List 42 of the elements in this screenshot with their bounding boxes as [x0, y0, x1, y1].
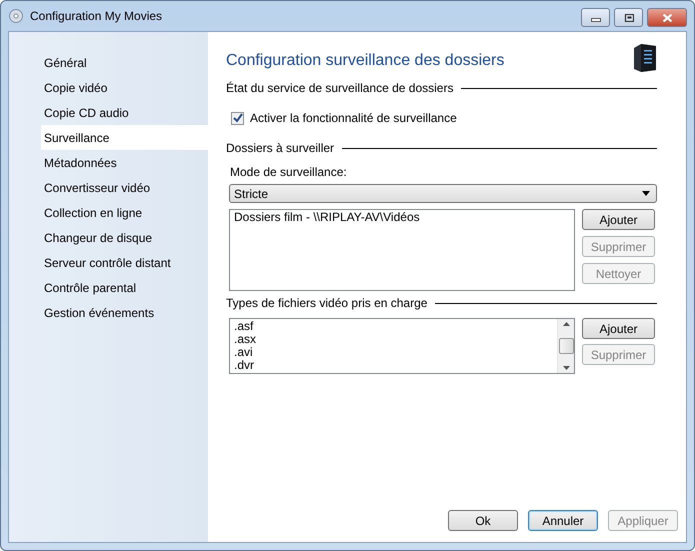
- sidebar-item[interactable]: Changeur de disque: [41, 225, 208, 250]
- scroll-down-icon[interactable]: [562, 366, 570, 370]
- field-label: Mode de surveillance:: [230, 164, 348, 181]
- page-title: Configuration surveillance des dossiers: [226, 51, 504, 71]
- sidebar-item[interactable]: Surveillance: [41, 125, 208, 150]
- list-item[interactable]: Dossiers film - \\RIPLAY-AV\Vidéos: [234, 211, 570, 224]
- sidebar-item[interactable]: Serveur contrôle distant: [41, 250, 208, 275]
- file-type-list[interactable]: .asf .asx .avi .dvr: [229, 318, 575, 374]
- button[interactable]: Ajouter: [582, 318, 655, 339]
- sidebar-item[interactable]: Gestion événements: [41, 300, 208, 325]
- scrollbar[interactable]: [557, 319, 574, 373]
- close-button[interactable]: [647, 8, 687, 27]
- button[interactable]: Ajouter: [582, 209, 655, 230]
- list-item[interactable]: .dvr: [234, 359, 553, 372]
- dropdown-arrow-icon: [642, 191, 650, 196]
- sidebar-item[interactable]: Collection en ligne: [41, 200, 208, 225]
- scroll-up-icon[interactable]: [562, 322, 570, 326]
- list-item[interactable]: .avi: [234, 346, 553, 359]
- sidebar-item[interactable]: Général: [41, 50, 208, 75]
- sidebar-item[interactable]: Copie vidéo: [41, 75, 208, 100]
- disc-icon: [8, 8, 24, 24]
- section-heading: Dossiers à surveiller: [226, 140, 334, 157]
- sidebar-item[interactable]: Métadonnées: [41, 150, 208, 175]
- section-heading: Types de fichiers vidéo pris en charge: [226, 295, 428, 312]
- mode-dropdown[interactable]: Stricte: [229, 184, 657, 203]
- maximize-icon: [624, 14, 634, 22]
- list-item[interactable]: .asx: [234, 333, 553, 346]
- checkbox-label: Activer la fonctionnalité de surveillance: [250, 110, 457, 127]
- close-icon: [662, 14, 672, 22]
- button[interactable]: Annuler: [528, 510, 598, 531]
- folder-list[interactable]: Dossiers film - \\RIPLAY-AV\Vidéos: [229, 209, 575, 291]
- window-title: Configuration My Movies: [30, 8, 162, 25]
- sidebar-item[interactable]: Copie CD audio: [41, 100, 208, 125]
- minimize-button[interactable]: [581, 8, 610, 27]
- maximize-button[interactable]: [614, 8, 643, 27]
- section-heading: État du service de surveillance de dossiers: [226, 80, 454, 97]
- sidebar-item[interactable]: Contrôle parental: [41, 275, 208, 300]
- list-item[interactable]: .asf: [234, 320, 553, 333]
- sidebar-item[interactable]: Convertisseur vidéo: [41, 175, 208, 200]
- server-icon: [631, 43, 657, 73]
- button[interactable]: Ok: [448, 510, 518, 531]
- checkbox[interactable]: [231, 112, 244, 124]
